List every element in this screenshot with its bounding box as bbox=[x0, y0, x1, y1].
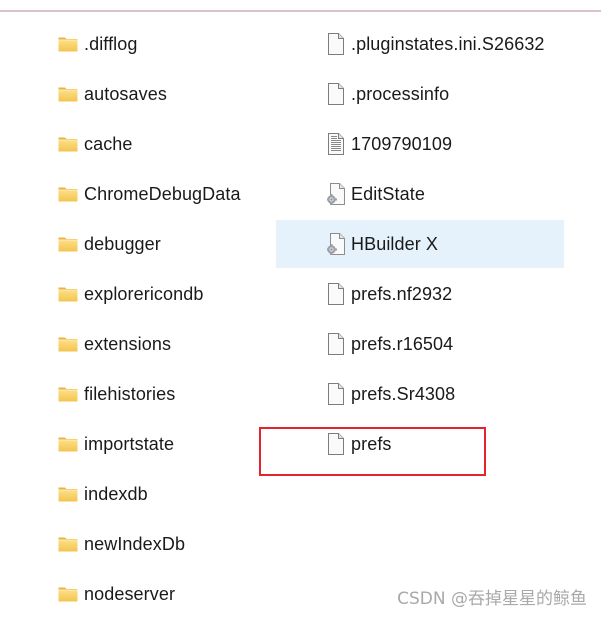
blank-file-icon bbox=[327, 433, 345, 455]
folder-item-difflog[interactable]: .difflog bbox=[48, 20, 278, 68]
left-file-column: .difflog autosaves cache ChromeDebugData deb… bbox=[48, 20, 278, 620]
folder-icon bbox=[58, 536, 78, 552]
folder-icon bbox=[58, 186, 78, 202]
file-item-prefs-r16504[interactable]: prefs.r16504 bbox=[276, 320, 564, 368]
folder-icon bbox=[58, 86, 78, 102]
file-item-prefs[interactable]: prefs bbox=[276, 420, 564, 468]
file-item-hbuilder-x[interactable]: HBuilder X bbox=[276, 220, 564, 268]
system-file-icon bbox=[327, 183, 345, 205]
folder-item-chromedebugdata[interactable]: ChromeDebugData bbox=[48, 170, 278, 218]
blank-file-icon bbox=[327, 333, 345, 355]
file-item-pluginstates-ini-s26632[interactable]: .pluginstates.ini.S26632 bbox=[276, 20, 564, 68]
folder-icon bbox=[58, 36, 78, 52]
folder-icon bbox=[58, 286, 78, 302]
folder-item-importstate[interactable]: importstate bbox=[48, 420, 278, 468]
item-label: prefs.Sr4308 bbox=[351, 384, 456, 404]
folder-item-nodeserver[interactable]: nodeserver bbox=[48, 570, 278, 618]
item-label: prefs.nf2932 bbox=[351, 284, 453, 304]
item-label: EditState bbox=[351, 184, 425, 204]
blank-file-icon bbox=[327, 33, 345, 55]
file-item-editstate[interactable]: EditState bbox=[276, 170, 564, 218]
item-label: explorericondb bbox=[84, 284, 204, 304]
item-label: 1709790109 bbox=[351, 134, 453, 154]
right-file-column: .pluginstates.ini.S26632 .processinfo 1709… bbox=[276, 20, 564, 470]
item-label: .processinfo bbox=[351, 84, 450, 104]
file-item-prefs-sr4308[interactable]: prefs.Sr4308 bbox=[276, 370, 564, 418]
item-label: HBuilder X bbox=[351, 234, 439, 254]
file-item-processinfo[interactable]: .processinfo bbox=[276, 70, 564, 118]
item-label: cache bbox=[84, 134, 133, 154]
text-file-icon bbox=[327, 133, 345, 155]
folder-item-indexdb[interactable]: indexdb bbox=[48, 470, 278, 518]
folder-icon bbox=[58, 386, 78, 402]
item-label: prefs.r16504 bbox=[351, 334, 454, 354]
item-label: debugger bbox=[84, 234, 161, 254]
item-label: prefs bbox=[351, 434, 392, 454]
blank-file-icon bbox=[327, 83, 345, 105]
item-label: .difflog bbox=[84, 34, 138, 54]
folder-icon bbox=[58, 236, 78, 252]
item-label: .pluginstates.ini.S26632 bbox=[351, 34, 545, 54]
item-label: ChromeDebugData bbox=[84, 184, 241, 204]
item-label: extensions bbox=[84, 334, 172, 354]
folder-icon bbox=[58, 136, 78, 152]
item-label: autosaves bbox=[84, 84, 167, 104]
folder-item-extensions[interactable]: extensions bbox=[48, 320, 278, 368]
folder-item-newindexdb[interactable]: newIndexDb bbox=[48, 520, 278, 568]
file-item-1709790109[interactable]: 1709790109 bbox=[276, 120, 564, 168]
folder-item-autosaves[interactable]: autosaves bbox=[48, 70, 278, 118]
system-file-icon bbox=[327, 233, 345, 255]
folder-icon bbox=[58, 486, 78, 502]
blank-file-icon bbox=[327, 383, 345, 405]
watermark: CSDN @吞掉星星的鲸鱼 bbox=[397, 589, 587, 609]
item-label: indexdb bbox=[84, 484, 148, 504]
folder-icon bbox=[58, 336, 78, 352]
blank-file-icon bbox=[327, 283, 345, 305]
item-label: importstate bbox=[84, 434, 175, 454]
folder-item-explorericondb[interactable]: explorericondb bbox=[48, 270, 278, 318]
top-divider bbox=[0, 10, 601, 12]
file-item-prefs-nf2932[interactable]: prefs.nf2932 bbox=[276, 270, 564, 318]
folder-item-filehistories[interactable]: filehistories bbox=[48, 370, 278, 418]
folder-icon bbox=[58, 586, 78, 602]
folder-icon bbox=[58, 436, 78, 452]
item-label: nodeserver bbox=[84, 584, 176, 604]
folder-item-cache[interactable]: cache bbox=[48, 120, 278, 168]
item-label: filehistories bbox=[84, 384, 176, 404]
folder-item-debugger[interactable]: debugger bbox=[48, 220, 278, 268]
item-label: newIndexDb bbox=[84, 534, 186, 554]
